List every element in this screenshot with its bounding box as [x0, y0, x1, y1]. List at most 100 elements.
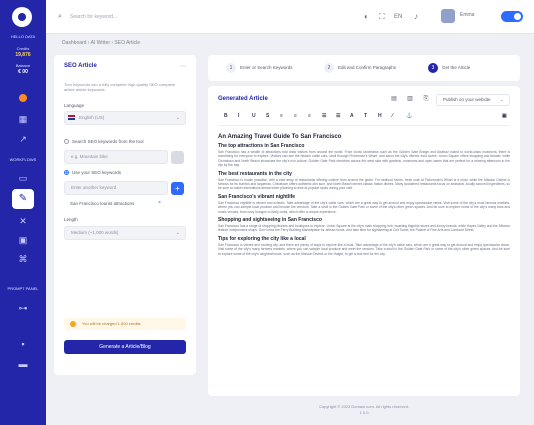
section-heading: Shopping and sightseeing in San Francisc… [218, 217, 322, 224]
save-icon[interactable]: ▣ [502, 113, 507, 119]
dark-mode-toggle[interactable] [501, 11, 523, 22]
own-keyword-input[interactable]: Enter another keyword [64, 181, 168, 195]
chat-icon[interactable]: ▭ [17, 172, 29, 184]
section-heading: Tips for exploring the city like a local [218, 235, 306, 242]
chevron-down-icon: ⌄ [175, 230, 180, 236]
formatting-toolbar: B I U S ≡ ≡ ≡ ☰ ☰ A T H ⁄ ⚓ ▣ [218, 110, 510, 126]
step-1-number: 1 [226, 63, 236, 73]
settings-icon[interactable]: ▬ [17, 358, 29, 370]
font-color-icon[interactable]: A [350, 113, 354, 119]
image-icon[interactable]: ▣ [17, 234, 29, 246]
us-flag-icon [68, 115, 75, 120]
length-select[interactable]: Medium (~1,000 words) ⌄ [64, 226, 186, 240]
warning-icon [70, 321, 76, 327]
strikethrough-icon[interactable]: S [266, 113, 269, 119]
heading-icon[interactable]: H [378, 113, 382, 119]
balance-label: Balance [15, 63, 31, 68]
underline-icon[interactable]: U [252, 113, 256, 119]
seo-settings-panel: SEO Article ⋯ Turn keywords into a fully… [54, 55, 196, 375]
text-size-icon[interactable]: T [364, 113, 367, 119]
align-left-icon[interactable]: ≡ [280, 113, 283, 119]
step-1-label[interactable]: Enter or Search Keywords [240, 65, 293, 70]
italic-icon[interactable]: I [238, 113, 239, 119]
credit-warning: You will be charged 1,500 credits [64, 318, 186, 330]
audio-icon[interactable]: ⊶ [17, 302, 29, 314]
download-icon[interactable]: ▥ [404, 94, 416, 104]
align-right-icon[interactable]: ≡ [308, 113, 311, 119]
keyword-search-input[interactable]: e.g. Mountain bike [64, 150, 168, 164]
notification-bell-icon[interactable]: ♪ [414, 11, 418, 23]
pen-icon[interactable]: ⁄ [392, 113, 393, 119]
remove-keyword-icon[interactable]: × [158, 200, 161, 206]
article-editor: Generated Article ▤ ▥ ⎘ Publish on your … [208, 86, 520, 396]
language-selector[interactable]: EN [394, 11, 402, 23]
section-paragraph: San Francisco has a range of shopping di… [218, 224, 510, 233]
step-3-label[interactable]: Get the Article [442, 65, 470, 70]
editor-title: Generated Article [218, 96, 268, 102]
footer: Copyright © 2023 Domain.com. All rights … [208, 404, 520, 416]
app-logo[interactable] [12, 7, 32, 27]
align-center-icon[interactable]: ≡ [294, 113, 297, 119]
breadcrumb: Dashboard › AI Writer › SEO Article [62, 40, 140, 46]
top-bar: ⌕ Search for keyword... ◐ ⛶ EN ♪ Emma [46, 0, 534, 34]
chevron-down-icon: ⌄ [175, 115, 180, 121]
step-3-number: 3 [428, 63, 438, 73]
search-keyword-button[interactable] [171, 151, 184, 164]
numbered-list-icon[interactable]: ☰ [336, 113, 340, 119]
panel-description: Turn keywords into a fully complete high… [64, 82, 176, 92]
step-2-number: 2 [324, 63, 334, 73]
search-input[interactable]: Search for keyword... [58, 10, 238, 24]
fullscreen-icon[interactable]: ⛶ [379, 11, 385, 23]
article-title: An Amazing Travel Guide To San Francisco [218, 134, 342, 140]
keyword-chip: San Francisco tourist attractions [70, 201, 135, 206]
length-value: Medium (~1,000 words) [71, 230, 119, 235]
bullet-list-icon[interactable]: ☰ [322, 113, 326, 119]
workflows-section-label: WORKFLOWS [9, 157, 37, 162]
radio-search-keywords[interactable] [64, 139, 69, 144]
warning-text: You will be charged 1,500 credits [82, 321, 141, 326]
notification-icon[interactable] [19, 94, 27, 102]
section-heading: San Francisco’s vibrant nightlife [218, 193, 296, 200]
step-2-label[interactable]: Edit and Confirm Paragraphs [338, 65, 396, 70]
radio-search-label: Search SEO keywords from the tool [72, 139, 144, 144]
sidebar-rail: HELLO DATA Credits 19,876 Balance € 00 ▦… [0, 0, 46, 425]
link-icon[interactable]: ⚓ [406, 113, 412, 119]
section-paragraph: San Francisco is vibrant and exciting ci… [218, 242, 510, 256]
grid-icon[interactable]: ▦ [17, 113, 29, 125]
add-keyword-button[interactable]: + [171, 182, 184, 195]
brand-text: HELLO DATA [10, 34, 36, 39]
share-icon[interactable]: ⎘ [420, 94, 432, 104]
user-name[interactable]: Emma [460, 12, 474, 18]
copy-icon[interactable]: ▤ [388, 94, 400, 104]
panel-title: SEO Article [64, 63, 97, 69]
generate-article-button[interactable]: Generate a Article/Blog [64, 340, 186, 354]
ai-writer-icon[interactable]: ✎ [12, 189, 34, 209]
radio-own-label: Use your SEO keywords [72, 170, 122, 175]
section-paragraph: San Francisco is foodie paradise, with a… [218, 177, 510, 191]
credits-value: 19,876 [15, 52, 31, 58]
theme-icon[interactable]: ◐ [364, 11, 369, 23]
avatar[interactable] [441, 9, 455, 23]
section-heading: The best restaurants in the city [218, 170, 292, 177]
progress-steps: 1 Enter or Search Keywords 2 Edit and Co… [208, 55, 520, 81]
chevron-down-icon: ⌄ [499, 97, 504, 103]
bold-icon[interactable]: B [224, 113, 228, 119]
publish-select[interactable]: Publish on your website ⌄ [436, 94, 510, 106]
language-value: English (US) [79, 115, 105, 120]
version-text: 1.0.0 [359, 410, 369, 415]
chart-icon[interactable]: ↗ [17, 133, 29, 145]
article-content[interactable]: An Amazing Travel Guide To San Francisco… [218, 132, 510, 256]
balance-value: € 00 [18, 69, 28, 75]
radio-own-keywords[interactable] [64, 170, 69, 175]
publish-label: Publish on your website [443, 97, 491, 102]
file-icon[interactable]: ▪ [17, 338, 29, 350]
section-paragraph: San Francisco nightlife is vibrant and e… [218, 200, 510, 214]
more-icon[interactable]: ⋯ [180, 63, 186, 70]
language-label: Language [64, 103, 85, 108]
transform-icon[interactable]: ✕ [17, 215, 29, 227]
credits-label: Credits [16, 46, 30, 51]
section-heading: The top attractions in San Francisco [218, 143, 305, 149]
length-label: Length [64, 217, 78, 222]
language-select[interactable]: English (US) ⌄ [64, 111, 186, 125]
code-icon[interactable]: ⌘ [17, 253, 29, 265]
